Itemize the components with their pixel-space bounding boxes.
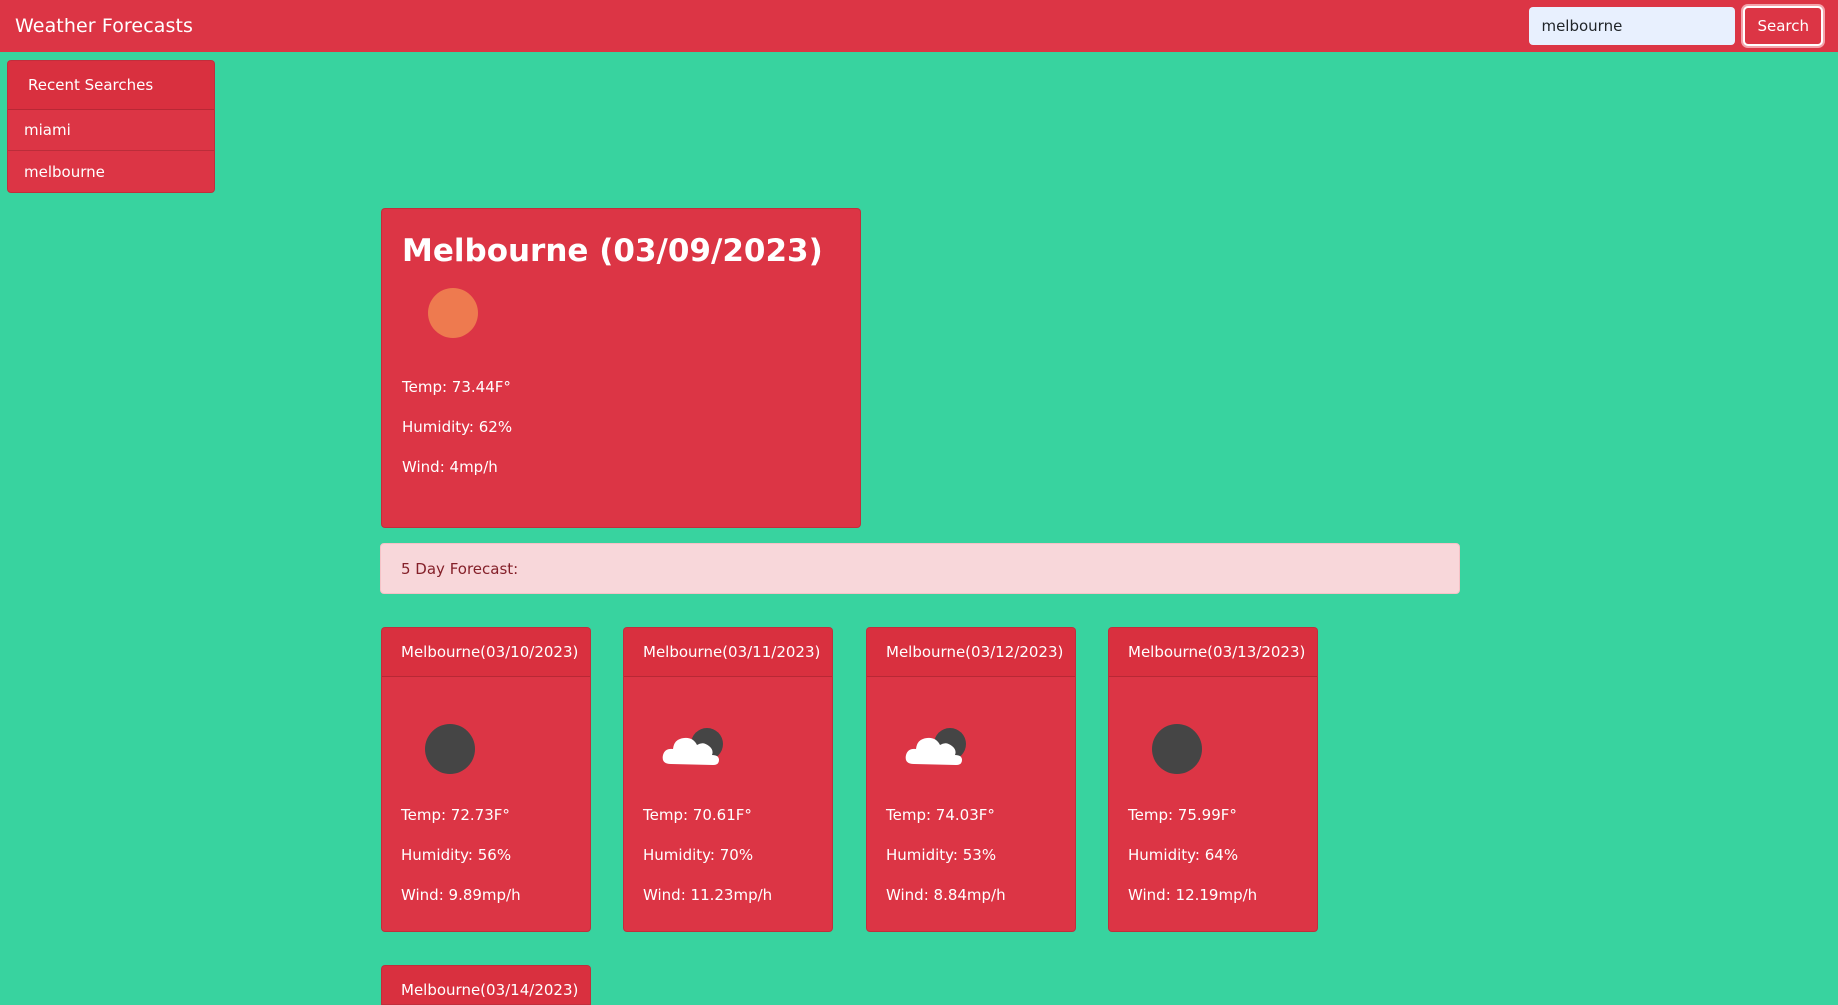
current-wind: Wind: 4mp/h	[402, 458, 498, 477]
forecast-wind: Wind: 11.23mp/h	[643, 886, 773, 904]
forecast-card: Melbourne(03/14/2023)	[381, 965, 591, 1005]
forecast-card-title: Melbourne(03/11/2023)	[624, 628, 832, 677]
forecast-banner: 5 Day Forecast:	[380, 543, 1460, 594]
forecast-card-title: Melbourne(03/10/2023)	[382, 628, 590, 677]
recent-search-item[interactable]: melbourne	[8, 151, 214, 192]
forecast-card-title: Melbourne(03/14/2023)	[382, 966, 590, 1004]
forecast-temp: Temp: 72.73F°	[401, 806, 510, 824]
forecast-wind: Wind: 8.84mp/h	[886, 886, 1006, 904]
forecast-card: Melbourne(03/12/2023) Temp: 74.03F° Humi…	[866, 627, 1076, 932]
forecast-humidity: Humidity: 53%	[886, 846, 997, 864]
forecast-card: Melbourne(03/10/2023) Temp: 72.73F° Humi…	[381, 627, 591, 932]
recent-searches-panel: Recent Searches miami melbourne	[7, 60, 215, 193]
navbar: Weather Forecasts Search	[0, 0, 1838, 52]
cloudy-night-icon	[661, 724, 731, 774]
forecast-temp: Temp: 74.03F°	[886, 806, 995, 824]
forecast-card: Melbourne(03/11/2023) Temp: 70.61F° Humi…	[623, 627, 833, 932]
forecast-temp: Temp: 75.99F°	[1128, 806, 1237, 824]
forecast-temp: Temp: 70.61F°	[643, 806, 752, 824]
search-button[interactable]: Search	[1743, 6, 1823, 46]
forecast-humidity: Humidity: 70%	[643, 846, 754, 864]
forecast-wind: Wind: 12.19mp/h	[1128, 886, 1258, 904]
cloudy-night-icon	[904, 724, 974, 774]
search-form: Search	[1529, 6, 1823, 46]
moon-icon	[1152, 724, 1222, 774]
current-humidity: Humidity: 62%	[402, 418, 513, 437]
current-temp: Temp: 73.44F°	[402, 378, 511, 397]
forecast-card-title: Melbourne(03/13/2023)	[1109, 628, 1317, 677]
forecast-wind: Wind: 9.89mp/h	[401, 886, 521, 904]
recent-searches-header: Recent Searches	[8, 61, 214, 110]
forecast-card-title: Melbourne(03/12/2023)	[867, 628, 1075, 677]
sun-icon	[428, 288, 478, 339]
recent-search-item[interactable]: miami	[8, 110, 214, 151]
forecast-humidity: Humidity: 56%	[401, 846, 512, 864]
forecast-card: Melbourne(03/13/2023) Temp: 75.99F° Humi…	[1108, 627, 1318, 932]
search-input[interactable]	[1529, 7, 1736, 45]
current-weather-title: Melbourne (03/09/2023)	[402, 233, 823, 269]
app-title: Weather Forecasts	[15, 15, 194, 37]
current-weather-card: Melbourne (03/09/2023) Temp: 73.44F° Hum…	[381, 208, 861, 528]
moon-icon	[425, 724, 495, 774]
forecast-humidity: Humidity: 64%	[1128, 846, 1239, 864]
